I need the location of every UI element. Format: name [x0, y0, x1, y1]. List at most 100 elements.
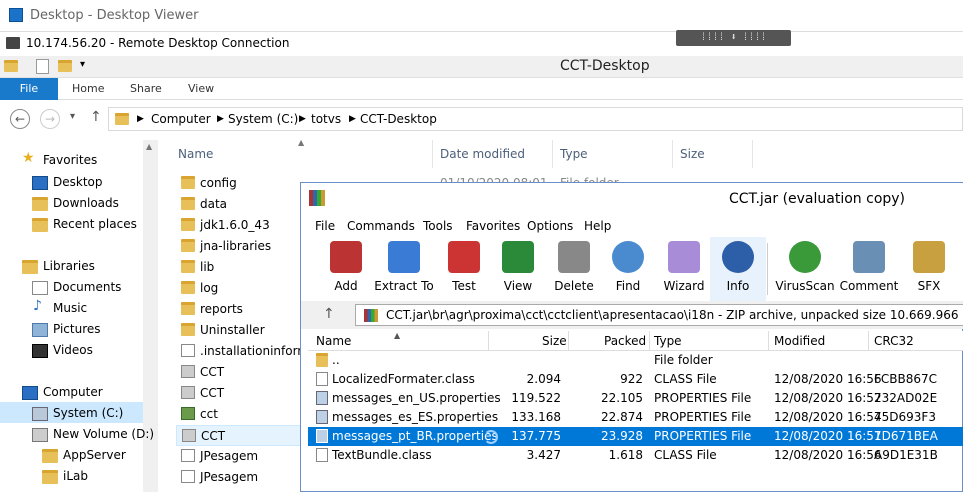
- new-folder-icon[interactable]: [58, 60, 72, 72]
- tool-comment-button[interactable]: Comment: [840, 237, 898, 301]
- address-bar[interactable]: ▶ Computer ▶ System (C:) ▶ totvs ▶ CCT-D…: [108, 107, 963, 131]
- col-crc32[interactable]: CRC32: [874, 334, 914, 348]
- file-row[interactable]: jna-libraries: [176, 236, 306, 257]
- qat-dropdown-icon[interactable]: ▾: [80, 59, 85, 70]
- column-name[interactable]: Name: [178, 147, 213, 161]
- tool-extract-button[interactable]: Extract To: [374, 237, 434, 301]
- tool-view-button[interactable]: View: [490, 237, 546, 301]
- column-date-modified[interactable]: Date modified: [440, 147, 525, 161]
- breadcrumb-separator-icon[interactable]: ▶: [299, 114, 306, 124]
- nav-music[interactable]: Music: [53, 301, 87, 315]
- archive-row-selected[interactable]: messages_pt_BR.properties 137.775 23.928…: [308, 427, 963, 446]
- file-row[interactable]: .installationinforma: [176, 341, 306, 362]
- nav-desktop[interactable]: Desktop: [53, 175, 103, 189]
- tool-add-button[interactable]: Add: [318, 237, 374, 301]
- nav-system-c[interactable]: System (C:): [53, 406, 123, 420]
- folder-icon: [316, 353, 328, 367]
- rdc-connection-bar[interactable]: ⁞⁞⁞⁞ ⬇ ⁞⁞⁞⁞: [676, 30, 791, 46]
- nav-computer[interactable]: Computer: [43, 385, 103, 399]
- menu-options[interactable]: Options: [527, 219, 573, 233]
- breadcrumb-separator-icon[interactable]: ▶: [349, 114, 356, 124]
- file-row[interactable]: CCT: [176, 383, 306, 404]
- recent-locations-icon[interactable]: ▾: [70, 111, 75, 122]
- column-divider[interactable]: [768, 331, 769, 351]
- back-button[interactable]: ←: [10, 109, 30, 129]
- menu-help[interactable]: Help: [584, 219, 611, 233]
- archive-path-text: CCT.jar\br\agr\proxima\cct\cctclient\apr…: [386, 308, 963, 322]
- tab-home[interactable]: Home: [58, 78, 118, 100]
- breadcrumb-totvs[interactable]: totvs: [311, 112, 341, 126]
- file-row[interactable]: log: [176, 278, 306, 299]
- nav-new-volume-d[interactable]: New Volume (D:): [53, 427, 154, 441]
- rdc-title: 10.174.56.20 - Remote Desktop Connection: [26, 36, 290, 50]
- column-divider[interactable]: [432, 140, 433, 168]
- tab-share[interactable]: Share: [116, 78, 176, 100]
- archive-row[interactable]: .. File folder: [308, 351, 963, 370]
- col-modified[interactable]: Modified: [774, 334, 825, 348]
- breadcrumb-separator-icon[interactable]: ▶: [137, 114, 144, 124]
- scroll-up-icon[interactable]: ▲: [146, 142, 152, 151]
- file-row[interactable]: JPesagem: [176, 467, 306, 488]
- winrar-titlebar: CCT.jar (evaluation copy): [301, 183, 963, 215]
- tool-info-button[interactable]: Info: [710, 237, 766, 301]
- file-row[interactable]: cct: [176, 404, 306, 425]
- archive-path-field[interactable]: CCT.jar\br\agr\proxima\cct\cctclient\apr…: [355, 304, 963, 326]
- column-type[interactable]: Type: [560, 147, 588, 161]
- nav-recent-places[interactable]: Recent places: [53, 217, 137, 231]
- archive-row[interactable]: messages_en_US.properties 119.522 22.105…: [308, 389, 963, 408]
- column-divider[interactable]: [672, 140, 673, 168]
- archive-row[interactable]: TextBundle.class 3.427 1.618 CLASS File …: [308, 446, 963, 465]
- nav-favorites[interactable]: Favorites: [43, 153, 97, 167]
- tab-file[interactable]: File: [0, 78, 58, 100]
- tool-sfx-button[interactable]: SFX: [901, 237, 957, 301]
- file-row[interactable]: lib: [176, 257, 306, 278]
- file-row[interactable]: JPesagem: [176, 446, 306, 467]
- nav-downloads[interactable]: Downloads: [53, 196, 119, 210]
- col-type[interactable]: Type: [654, 334, 682, 348]
- breadcrumb-cct-desktop[interactable]: CCT-Desktop: [360, 112, 437, 126]
- up-folder-button[interactable]: ↑: [323, 306, 335, 322]
- forward-button[interactable]: →: [40, 109, 60, 129]
- column-divider[interactable]: [868, 331, 869, 351]
- file-row[interactable]: config: [176, 173, 306, 194]
- breadcrumb-computer[interactable]: Computer: [151, 112, 211, 126]
- archive-row[interactable]: LocalizedFormater.class 2.094 922 CLASS …: [308, 370, 963, 389]
- breadcrumb-separator-icon[interactable]: ▶: [217, 114, 224, 124]
- col-name[interactable]: Name: [316, 334, 351, 348]
- column-divider[interactable]: [568, 331, 569, 351]
- menu-favorites[interactable]: Favorites: [466, 219, 520, 233]
- file-row[interactable]: data: [176, 194, 306, 215]
- row-packed: 22.874: [601, 410, 643, 424]
- column-divider[interactable]: [649, 331, 650, 351]
- menu-file[interactable]: File: [315, 219, 335, 233]
- row-type: File folder: [654, 353, 713, 367]
- properties-icon[interactable]: [36, 59, 49, 74]
- tool-find-button[interactable]: Find: [600, 237, 656, 301]
- nav-documents[interactable]: Documents: [53, 280, 121, 294]
- file-row[interactable]: CCT: [176, 362, 306, 383]
- up-button[interactable]: ↑: [90, 109, 102, 125]
- file-row[interactable]: reports: [176, 299, 306, 320]
- col-packed[interactable]: Packed: [604, 334, 646, 348]
- nav-pictures[interactable]: Pictures: [53, 322, 101, 336]
- breadcrumb-system-c[interactable]: System (C:): [228, 112, 298, 126]
- tool-label: SFX: [917, 279, 941, 293]
- column-divider[interactable]: [488, 331, 489, 351]
- file-row[interactable]: Uninstaller: [176, 320, 306, 341]
- menu-commands[interactable]: Commands: [347, 219, 415, 233]
- tab-view[interactable]: View: [174, 78, 228, 100]
- tool-virusscan-button[interactable]: VirusScan: [775, 237, 835, 301]
- col-size[interactable]: Size: [542, 334, 567, 348]
- menu-tools[interactable]: Tools: [423, 219, 453, 233]
- archive-row[interactable]: messages_es_ES.properties 133.168 22.874…: [308, 408, 963, 427]
- nav-ilab[interactable]: iLab: [63, 469, 88, 483]
- nav-videos[interactable]: Videos: [53, 343, 93, 357]
- file-row-selected[interactable]: CCT: [176, 425, 306, 446]
- nav-appserver[interactable]: AppServer: [63, 448, 126, 462]
- file-name: .installationinforma: [200, 344, 306, 358]
- file-row[interactable]: jdk1.6.0_43: [176, 215, 306, 236]
- column-divider[interactable]: [552, 140, 553, 168]
- column-size[interactable]: Size: [680, 147, 705, 161]
- column-divider[interactable]: [752, 140, 753, 168]
- nav-libraries[interactable]: Libraries: [43, 259, 95, 273]
